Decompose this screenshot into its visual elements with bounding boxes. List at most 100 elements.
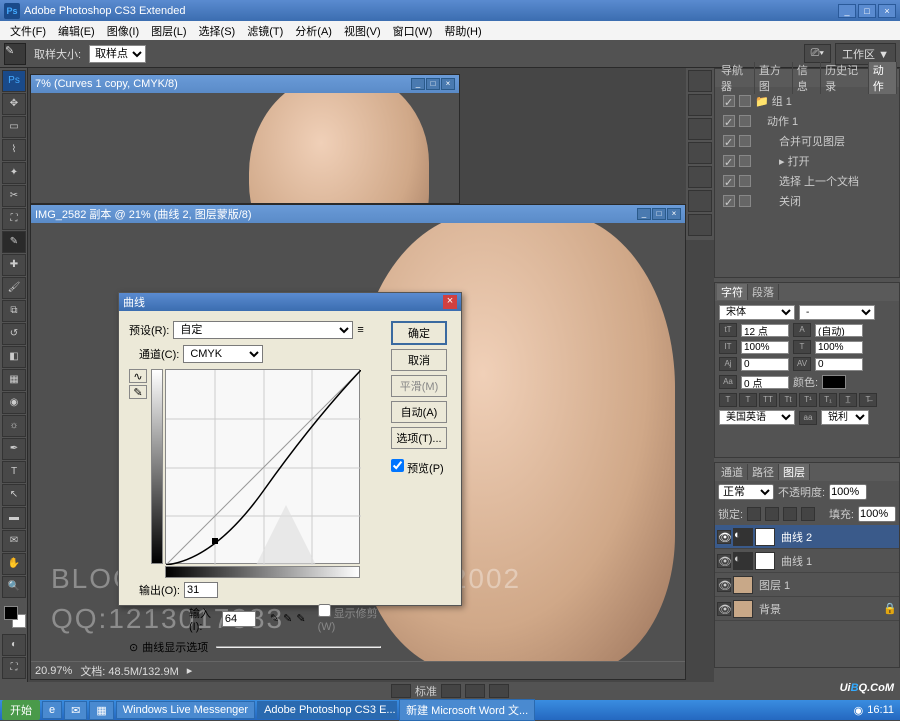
doc1-canvas[interactable] xyxy=(31,93,459,203)
menu-layer[interactable]: 图层(L) xyxy=(145,23,192,39)
check-icon[interactable]: ✓ xyxy=(723,175,735,187)
dialog-icon[interactable] xyxy=(739,175,751,187)
auto-button[interactable]: 自动(A) xyxy=(391,401,447,423)
doc1-close[interactable]: × xyxy=(441,78,455,90)
tab-histogram[interactable]: 直方图 xyxy=(755,62,793,94)
dialog-icon[interactable] xyxy=(739,115,751,127)
menu-analysis[interactable]: 分析(A) xyxy=(289,23,338,39)
shape-tool[interactable]: ▬ xyxy=(2,507,26,529)
menu-image[interactable]: 图像(I) xyxy=(101,23,145,39)
gradient-tool[interactable]: ▦ xyxy=(2,369,26,391)
pencil-draw-icon[interactable]: ✎ xyxy=(129,385,147,399)
eraser-tool[interactable]: ◧ xyxy=(2,346,26,368)
small-icon[interactable]: Tt xyxy=(779,393,797,407)
tab-navigator[interactable]: 导航器 xyxy=(717,62,755,94)
eye-icon[interactable]: 👁 xyxy=(717,602,731,616)
layer-row[interactable]: 👁图层 1 xyxy=(715,573,899,597)
menu-help[interactable]: 帮助(H) xyxy=(438,23,487,39)
dodge-tool[interactable]: ☼ xyxy=(2,415,26,437)
preview-checkbox[interactable] xyxy=(391,459,404,472)
maximize-button[interactable]: □ xyxy=(858,4,876,18)
heal-tool[interactable]: ✚ xyxy=(2,254,26,276)
wand-tool[interactable]: ✦ xyxy=(2,162,26,184)
menu-view[interactable]: 视图(V) xyxy=(338,23,387,39)
curves-close-button[interactable]: × xyxy=(443,295,457,309)
menu-edit[interactable]: 编辑(E) xyxy=(52,23,101,39)
hand-tool[interactable]: ✋ xyxy=(2,553,26,575)
layer-row[interactable]: 👁◐曲线 2 xyxy=(715,525,899,549)
pen-tool[interactable]: ✒ xyxy=(2,438,26,460)
sub-icon[interactable]: T₁ xyxy=(819,393,837,407)
menu-file[interactable]: 文件(F) xyxy=(4,23,52,39)
strike-icon[interactable]: T̶ xyxy=(859,393,877,407)
curve-grid[interactable] xyxy=(165,369,360,564)
lasso-tool[interactable]: ⌇ xyxy=(2,139,26,161)
leading-input[interactable] xyxy=(815,324,863,337)
bb-icon-4[interactable] xyxy=(489,684,509,698)
tab-character[interactable]: 字符 xyxy=(717,284,748,300)
panel-tab-5[interactable] xyxy=(688,166,712,188)
action-item[interactable]: ✓合并可见图层 xyxy=(719,131,895,151)
gray-picker-icon[interactable]: ✎ xyxy=(283,612,292,625)
opacity-input[interactable] xyxy=(829,484,867,500)
lock-move-icon[interactable] xyxy=(783,507,797,521)
preset-menu-icon[interactable]: ≡ xyxy=(357,324,363,336)
eye-icon[interactable]: 👁 xyxy=(717,578,731,592)
under-icon[interactable]: T̲ xyxy=(839,393,857,407)
doc1-min[interactable]: _ xyxy=(411,78,425,90)
doc2-close[interactable]: × xyxy=(667,208,681,220)
color-swatch[interactable] xyxy=(2,604,25,634)
check-icon[interactable]: ✓ xyxy=(723,135,735,147)
panel-tab-7[interactable] xyxy=(688,214,712,236)
vscale-input[interactable] xyxy=(741,341,789,354)
sample-select[interactable]: 取样点 xyxy=(89,45,146,63)
close-button[interactable]: × xyxy=(878,4,896,18)
action-item[interactable]: ✓关闭 xyxy=(719,191,895,211)
curve-draw-icon[interactable]: ∿ xyxy=(129,369,147,383)
go-bridge-button[interactable]: ⎚▾ xyxy=(804,44,831,63)
task-msn[interactable]: Windows Live Messenger xyxy=(116,701,255,719)
menu-filter[interactable]: 滤镜(T) xyxy=(241,23,289,39)
tab-actions[interactable]: 动作 xyxy=(869,62,897,94)
bb-icon-3[interactable] xyxy=(465,684,485,698)
tab-layers[interactable]: 图层 xyxy=(779,464,810,480)
bb-icon-2[interactable] xyxy=(441,684,461,698)
history-brush-tool[interactable]: ↺ xyxy=(2,323,26,345)
move-tool[interactable]: ✥ xyxy=(2,93,26,115)
doc2-zoom[interactable]: 20.97% xyxy=(35,665,72,677)
tray-icon[interactable]: ◉ xyxy=(854,704,864,717)
eye-icon[interactable]: 👁 xyxy=(717,554,731,568)
size-input[interactable] xyxy=(741,324,789,337)
italic-icon[interactable]: T xyxy=(739,393,757,407)
current-tool-icon[interactable]: ✎ xyxy=(4,43,26,65)
style-select[interactable]: - xyxy=(799,305,875,320)
track-input[interactable] xyxy=(815,358,863,371)
super-icon[interactable]: T¹ xyxy=(799,393,817,407)
eye-icon[interactable]: 👁 xyxy=(717,530,731,544)
action-item[interactable]: ✓选择 上一个文档 xyxy=(719,171,895,191)
notes-tool[interactable]: ✉ xyxy=(2,530,26,552)
tab-channels[interactable]: 通道 xyxy=(717,464,748,480)
panel-tab-1[interactable] xyxy=(688,70,712,92)
bb-icon-1[interactable] xyxy=(391,684,411,698)
panel-tab-3[interactable] xyxy=(688,118,712,140)
path-tool[interactable]: ↖ xyxy=(2,484,26,506)
text-color-swatch[interactable] xyxy=(822,375,846,389)
quick-1[interactable]: e xyxy=(42,701,62,719)
tab-history[interactable]: 历史记录 xyxy=(821,62,869,94)
curves-titlebar[interactable]: 曲线 × xyxy=(119,293,461,311)
marquee-tool[interactable]: ▭ xyxy=(2,116,26,138)
dialog-icon[interactable] xyxy=(739,155,751,167)
action-item[interactable]: ✓动作 1 xyxy=(719,111,895,131)
blur-tool[interactable]: ◉ xyxy=(2,392,26,414)
curve-opts-arrow[interactable]: ⊙ xyxy=(129,641,138,654)
tab-paragraph[interactable]: 段落 xyxy=(748,284,779,300)
cancel-button[interactable]: 取消 xyxy=(391,349,447,371)
doc1-titlebar[interactable]: 7% (Curves 1 copy, CMYK/8) _□× xyxy=(31,75,459,93)
tab-paths[interactable]: 路径 xyxy=(748,464,779,480)
lock-trans-icon[interactable] xyxy=(747,507,761,521)
action-item[interactable]: ✓▸ 打开 xyxy=(719,151,895,171)
doc2-max[interactable]: □ xyxy=(652,208,666,220)
action-item[interactable]: ✓📁 组 1 xyxy=(719,91,895,111)
panel-tab-6[interactable] xyxy=(688,190,712,212)
